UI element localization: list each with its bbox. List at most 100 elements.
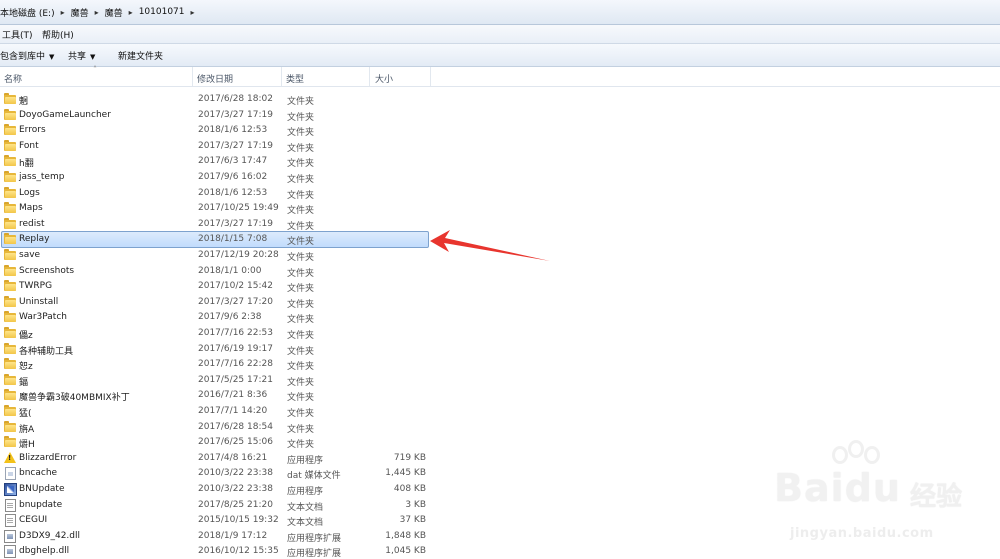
file-type: 文件夹 bbox=[287, 175, 315, 185]
file-name: bncache bbox=[19, 468, 58, 479]
file-type: 文件夹 bbox=[287, 331, 315, 341]
breadcrumb: 本地磁盘 (E:) ▸ 魔兽 ▸ 魔兽 ▸ 10101071 ▸ bbox=[0, 5, 201, 19]
file-size: 1,445 KB bbox=[385, 468, 426, 479]
chevron-right-icon[interactable]: ▸ bbox=[61, 8, 65, 17]
include-in-library-button[interactable]: 包含到库中 ▼ bbox=[0, 49, 54, 62]
column-divider[interactable] bbox=[281, 67, 282, 86]
file-row[interactable]: 恕z 2017/7/16 22:28 文件夹 bbox=[0, 357, 1000, 372]
column-divider[interactable] bbox=[430, 67, 431, 86]
file-type: 文件夹 bbox=[287, 393, 315, 404]
file-name: save bbox=[19, 250, 41, 260]
folder-icon bbox=[4, 108, 16, 120]
file-date: 2010/3/22 23:38 bbox=[198, 468, 273, 479]
file-row[interactable]: War3Patch 2017/9/6 2:38 文件夹 bbox=[0, 310, 1000, 325]
warning-icon bbox=[4, 451, 16, 463]
share-button[interactable]: 共享 ▼ bbox=[68, 49, 95, 62]
file-name: BNUpdate bbox=[19, 484, 65, 494]
folder-icon-part bbox=[5, 268, 16, 276]
chevron-right-icon[interactable]: ▸ bbox=[129, 8, 133, 17]
file-date: 2017/7/16 22:28 bbox=[198, 359, 273, 370]
file-row[interactable]: 魍 2017/6/28 18:02 文件夹 bbox=[0, 92, 1000, 107]
folder-icon bbox=[4, 171, 16, 182]
file-date: 2015/10/15 19:32 bbox=[198, 515, 279, 526]
folder-icon-part bbox=[5, 206, 16, 214]
file-row[interactable]: Logs 2018/1/6 12:53 文件夹 bbox=[0, 186, 1000, 201]
paw-icon bbox=[832, 446, 848, 464]
file-row[interactable]: Font 2017/3/27 17:19 文件夹 bbox=[0, 139, 1000, 154]
folder-icon-part bbox=[5, 409, 16, 416]
breadcrumb-drive[interactable]: 本地磁盘 (E:) bbox=[0, 6, 55, 19]
text-file-icon bbox=[5, 498, 16, 512]
folder-icon bbox=[4, 186, 16, 198]
file-date: 2017/9/6 16:02 bbox=[198, 172, 268, 182]
folder-icon-part bbox=[5, 237, 16, 245]
file-name: Font bbox=[19, 140, 39, 151]
file-date: 2017/7/16 22:53 bbox=[198, 328, 273, 338]
folder-icon-part bbox=[5, 143, 16, 151]
menu-help[interactable]: 帮助(H) bbox=[42, 28, 74, 41]
breadcrumb-folder-1[interactable]: 魔兽 bbox=[71, 6, 89, 19]
file-name: BlizzardError bbox=[19, 452, 77, 463]
file-date: 2018/1/6 12:53 bbox=[198, 125, 268, 136]
file-row[interactable]: 魔兽争霸3破40MBMIX补丁 2016/7/21 8:36 文件夹 bbox=[0, 388, 1000, 403]
file-date: 2010/3/22 23:38 bbox=[198, 484, 273, 494]
file-name: jass_temp bbox=[19, 172, 65, 182]
folder-icon bbox=[4, 342, 16, 354]
file-row[interactable]: 鍢 2017/5/25 17:21 文件夹 bbox=[0, 373, 1000, 388]
file-date: 2017/10/2 15:42 bbox=[198, 281, 273, 292]
folder-icon bbox=[4, 124, 16, 136]
folder-icon bbox=[4, 311, 16, 323]
folder-icon-part bbox=[5, 346, 16, 354]
file-name: 爝H bbox=[19, 440, 35, 451]
file-name: D3DX9_42.dll bbox=[19, 530, 81, 541]
column-date[interactable]: 修改日期 bbox=[197, 72, 233, 85]
folder-icon bbox=[4, 217, 16, 229]
file-row[interactable]: h翻 2017/6/3 17:47 文件夹 bbox=[0, 154, 1000, 169]
column-name[interactable]: 名称 bbox=[4, 72, 22, 85]
column-size[interactable]: 大小 bbox=[375, 72, 393, 85]
file-row[interactable]: TWRPG 2017/10/2 15:42 文件夹 bbox=[0, 279, 1000, 294]
file-type: 文件夹 bbox=[287, 299, 315, 310]
file-row[interactable]: 猛(2017/7/1 14:20 文件夹 bbox=[0, 404, 1000, 419]
chevron-right-icon[interactable]: ▸ bbox=[95, 8, 99, 17]
file-row[interactable]: Maps 2017/10/25 19:49 文件夹 bbox=[0, 201, 1000, 216]
file-type: 文本文档 bbox=[287, 518, 324, 529]
file-name: 鍢 bbox=[19, 377, 29, 388]
menu-tools[interactable]: 工具(T) bbox=[2, 28, 33, 41]
file-type: 文件夹 bbox=[287, 221, 315, 232]
file-date: 2017/6/19 19:17 bbox=[198, 343, 273, 354]
file-row[interactable]: Errors 2018/1/6 12:53 文件夹 bbox=[0, 123, 1000, 138]
file-row[interactable]: jass_temp 2017/9/6 16:02 文件夹 bbox=[0, 170, 1000, 185]
file-row[interactable]: DoyoGameLauncher 2017/3/27 17:19 文件夹 bbox=[0, 108, 1000, 123]
column-divider[interactable] bbox=[369, 67, 370, 86]
file-date: 2017/9/6 2:38 bbox=[198, 312, 262, 323]
folder-icon bbox=[4, 420, 16, 432]
file-type: 文件夹 bbox=[287, 409, 315, 419]
folder-icon bbox=[4, 233, 16, 245]
file-row[interactable]: 旃A 2017/6/28 18:54 文件夹 bbox=[0, 420, 1000, 435]
file-name: 魍 bbox=[19, 97, 29, 107]
file-type: 应用程序 bbox=[287, 487, 324, 497]
folder-icon-part bbox=[5, 362, 16, 370]
column-divider[interactable] bbox=[192, 67, 193, 86]
file-row[interactable]: 儡z 2017/7/16 22:53 文件夹 bbox=[0, 326, 1000, 341]
file-date: 2017/7/1 14:20 bbox=[198, 406, 268, 416]
file-row[interactable]: Screenshots 2018/1/1 0:00 文件夹 bbox=[0, 264, 1000, 279]
folder-icon-part bbox=[5, 128, 16, 136]
folder-icon bbox=[4, 389, 16, 401]
folder-icon-part bbox=[5, 331, 16, 338]
file-name: Logs bbox=[19, 187, 40, 198]
breadcrumb-folder-2[interactable]: 魔兽 bbox=[105, 6, 123, 19]
column-type[interactable]: 类型 bbox=[286, 72, 304, 85]
file-row[interactable]: 各种辅助工具 2017/6/19 19:17 文件夹 bbox=[0, 342, 1000, 357]
chevron-right-icon[interactable]: ▸ bbox=[191, 8, 195, 17]
file-date: 2017/6/28 18:02 bbox=[198, 94, 273, 104]
new-folder-button[interactable]: 新建文件夹 bbox=[118, 49, 163, 62]
file-name: 各种辅助工具 bbox=[19, 346, 74, 357]
address-bar[interactable]: 本地磁盘 (E:) ▸ 魔兽 ▸ 魔兽 ▸ 10101071 ▸ bbox=[0, 0, 1000, 25]
folder-icon bbox=[4, 280, 16, 292]
file-name: 恕z bbox=[19, 362, 33, 373]
breadcrumb-folder-3[interactable]: 10101071 bbox=[139, 7, 185, 17]
file-type: 文件夹 bbox=[287, 268, 315, 279]
file-row[interactable]: Uninstall 2017/3/27 17:20 文件夹 bbox=[0, 295, 1000, 310]
